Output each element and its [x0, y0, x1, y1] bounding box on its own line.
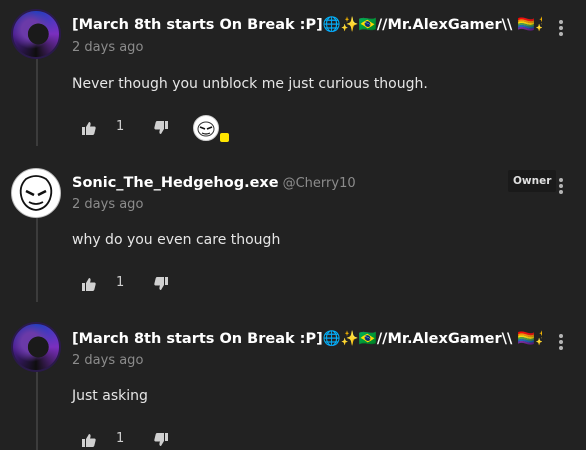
- more-vertical-icon[interactable]: [554, 18, 568, 38]
- reply-avatar-icon[interactable]: [193, 115, 219, 141]
- thumbs-up-icon[interactable]: [82, 277, 96, 291]
- thumbs-up-icon[interactable]: [82, 121, 96, 135]
- comment-username[interactable]: [March 8th starts On Break :P]🌐✨🇧🇷//Mr.A…: [72, 330, 542, 347]
- comment: [March 8th starts On Break :P]🌐✨🇧🇷//Mr.A…: [0, 316, 586, 450]
- thumbs-down-icon[interactable]: [154, 433, 168, 447]
- gamer-avatar-icon[interactable]: [11, 322, 61, 372]
- comment-username[interactable]: [March 8th starts On Break :P]🌐✨🇧🇷//Mr.A…: [72, 16, 542, 33]
- comment-text: Never though you unblock me just curious…: [72, 76, 428, 92]
- sonic-avatar-icon[interactable]: [11, 168, 61, 218]
- comment-text: Just asking: [72, 388, 148, 404]
- more-vertical-icon[interactable]: [554, 332, 568, 352]
- comment-timestamp: 2 days ago: [72, 40, 144, 55]
- more-vertical-icon[interactable]: [554, 176, 568, 196]
- comment-actions: 1: [82, 274, 242, 294]
- comment-username[interactable]: Sonic_The_Hedgehog.exe @Cherry10: [72, 175, 356, 191]
- online-indicator: [220, 133, 229, 142]
- username-text[interactable]: Sonic_The_Hedgehog.exe: [72, 175, 279, 191]
- comment-text: why do you even care though: [72, 232, 281, 248]
- comment-timestamp: 2 days ago: [72, 197, 144, 212]
- upvote-count: 1: [116, 119, 125, 134]
- upvote-count: 1: [116, 431, 125, 446]
- upvote-count: 1: [116, 275, 125, 290]
- thumbs-down-icon[interactable]: [154, 121, 168, 135]
- thumbs-up-icon[interactable]: [82, 433, 96, 447]
- comment-actions: 1: [82, 430, 242, 450]
- owner-badge: Owner: [508, 170, 557, 192]
- comment: Sonic_The_Hedgehog.exe @Cherry10 Owner 2 …: [0, 160, 586, 310]
- comment-timestamp: 2 days ago: [72, 353, 144, 368]
- thumbs-down-icon[interactable]: [154, 277, 168, 291]
- user-handle[interactable]: @Cherry10: [283, 176, 356, 191]
- gamer-avatar-icon[interactable]: [11, 9, 61, 59]
- comment: [March 8th starts On Break :P]🌐✨🇧🇷//Mr.A…: [0, 0, 586, 156]
